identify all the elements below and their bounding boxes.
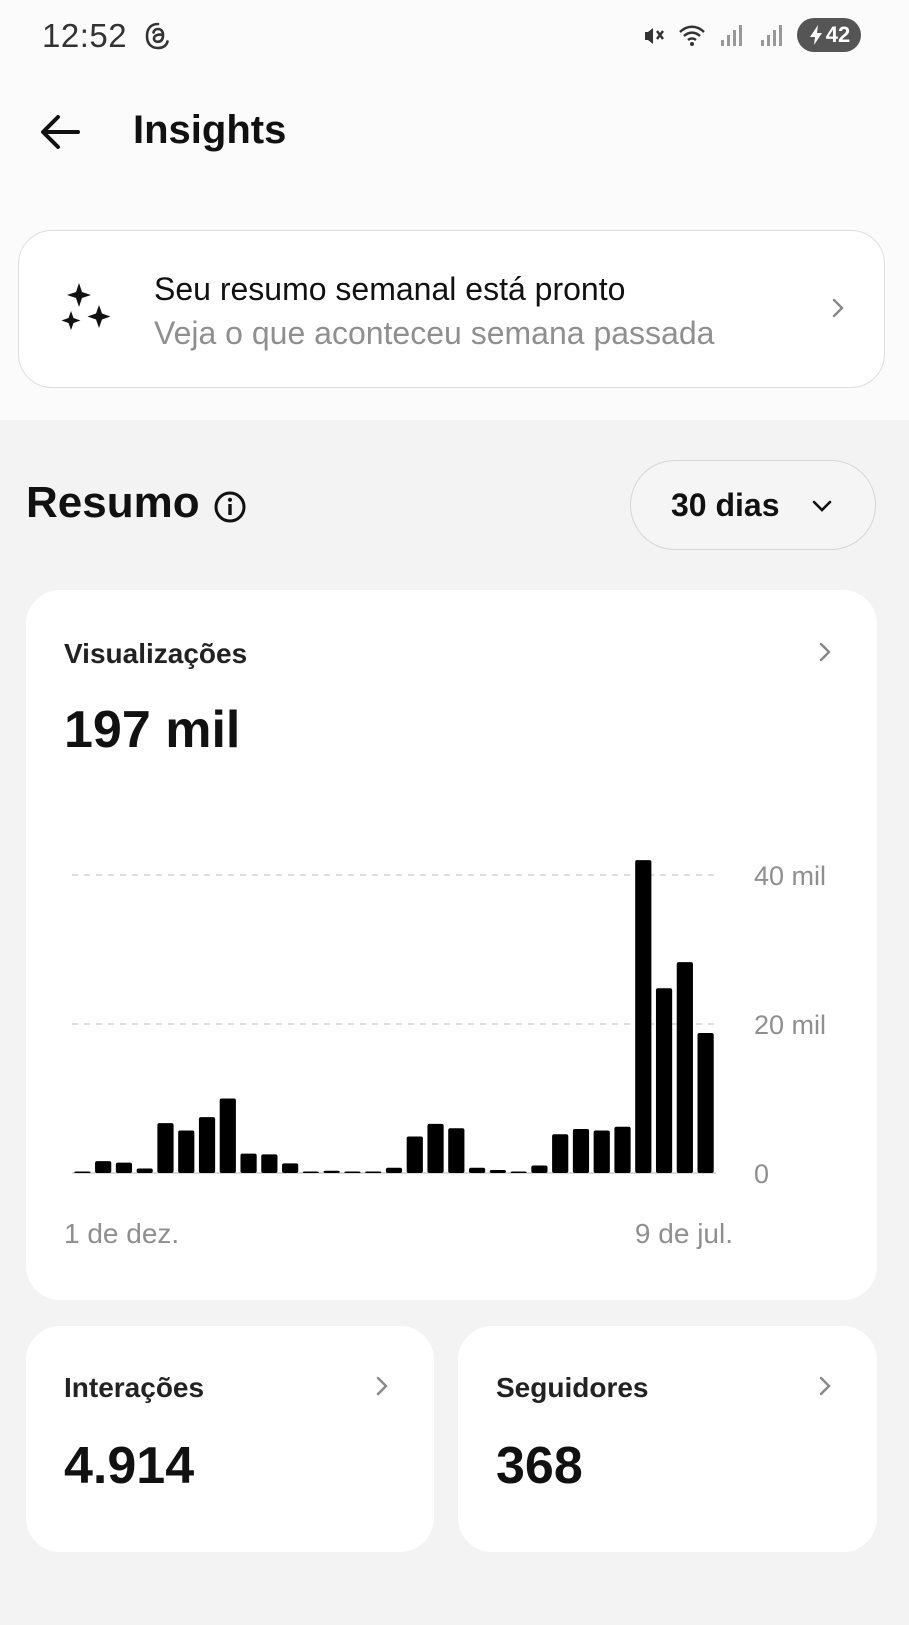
chart-bar xyxy=(552,1134,569,1173)
y-tick-label: 40 mil xyxy=(754,861,826,891)
chart-bar xyxy=(676,962,693,1173)
interactions-card[interactable]: Interações 4.914 xyxy=(26,1326,434,1552)
chart-bar xyxy=(261,1154,278,1173)
range-selector[interactable]: 30 dias xyxy=(630,460,876,550)
chart-bar xyxy=(323,1170,340,1173)
y-tick-label: 20 mil xyxy=(754,1010,826,1040)
battery-level: 42 xyxy=(825,22,851,47)
info-icon[interactable] xyxy=(213,490,247,524)
chart-bar xyxy=(157,1123,174,1173)
app-bar: Insights xyxy=(0,90,909,174)
chevron-right-icon xyxy=(832,298,844,318)
chart-bar xyxy=(593,1130,610,1173)
chart-bar xyxy=(198,1117,216,1173)
weekly-summary-subtitle: Veja o que aconteceu semana passada xyxy=(154,315,715,351)
chart-bar xyxy=(448,1128,465,1173)
chart-bar xyxy=(468,1167,486,1173)
weekly-summary-card[interactable]: Seu resumo semanal está pronto Veja o qu… xyxy=(18,230,885,388)
chevron-right-icon xyxy=(376,1376,388,1396)
followers-label: Seguidores xyxy=(496,1372,649,1403)
views-card[interactable]: Visualizações 197 mil 40 mil 20 mil 0 1 de… xyxy=(26,590,877,1300)
chart-bar xyxy=(219,1098,236,1173)
views-chart: 40 mil 20 mil 0 xyxy=(72,860,826,1189)
chart-bar xyxy=(95,1161,112,1173)
arrow-left-icon[interactable] xyxy=(38,112,82,152)
status-bar: 12:52 42 xyxy=(0,0,909,72)
chart-bar xyxy=(697,1032,714,1173)
sparkle-icon xyxy=(61,283,111,330)
chart-bar xyxy=(240,1153,257,1173)
signal-icon xyxy=(761,25,782,46)
chart-bar xyxy=(282,1163,299,1173)
interactions-value: 4.914 xyxy=(64,1437,195,1495)
chart-bar xyxy=(74,1171,91,1173)
followers-card[interactable]: Seguidores 368 xyxy=(458,1326,877,1552)
chart-bar xyxy=(302,1171,320,1173)
followers-value: 368 xyxy=(496,1437,583,1495)
chart-bar xyxy=(655,988,673,1173)
chart-bar xyxy=(572,1129,590,1173)
chart-bar xyxy=(385,1167,403,1173)
mute-icon xyxy=(645,28,664,44)
chart-bar xyxy=(614,1126,631,1173)
chevron-down-icon xyxy=(812,500,832,512)
x-axis-start-label: 1 de dez. xyxy=(64,1218,180,1249)
chart-bar xyxy=(531,1165,548,1173)
range-selector-label: 30 dias xyxy=(671,487,780,523)
status-time: 12:52 xyxy=(42,17,128,54)
chart-bar xyxy=(115,1162,133,1173)
wifi-icon xyxy=(679,25,705,46)
threads-icon xyxy=(145,22,169,50)
chart-bar xyxy=(406,1136,423,1173)
page-title: Insights xyxy=(133,108,287,152)
chart-bar xyxy=(136,1168,153,1173)
chart-bar xyxy=(344,1171,361,1173)
chart-bar xyxy=(427,1123,444,1173)
weekly-summary-title: Seu resumo semanal está pronto xyxy=(154,271,626,307)
x-axis-end-label: 9 de jul. xyxy=(634,1218,733,1249)
charging-icon xyxy=(809,25,822,45)
interactions-label: Interações xyxy=(64,1372,205,1403)
battery-icon: 42 xyxy=(797,18,861,52)
chart-bar xyxy=(489,1170,506,1173)
chart-bar xyxy=(178,1130,195,1173)
chart-bar xyxy=(510,1171,527,1173)
summary-title: Resumo xyxy=(26,478,200,527)
chart-bar xyxy=(365,1171,382,1173)
chart-bar xyxy=(635,860,652,1173)
chevron-right-icon xyxy=(819,1376,831,1396)
status-icons: 42 xyxy=(637,18,861,52)
y-tick-label: 0 xyxy=(754,1159,769,1189)
signal-icon xyxy=(721,25,742,46)
